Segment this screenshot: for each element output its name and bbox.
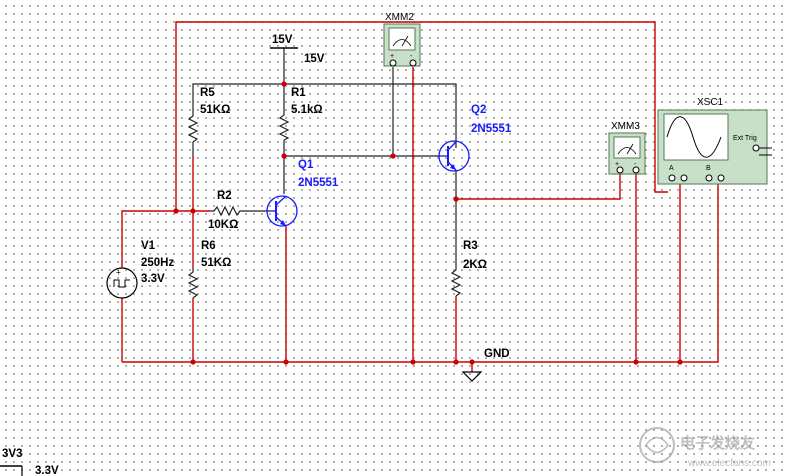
q1-model: 2N5551 [298,177,339,189]
v3v3-name: 3V3 [2,448,22,460]
resistor-r5[interactable]: R5 51KΩ [187,87,230,156]
resistor-r2[interactable]: R2 10KΩ [208,190,242,231]
transistor-q2[interactable]: Q2 2N5551 [438,104,512,172]
power-3v3[interactable]: 3V3 3.3V [0,448,59,476]
source-v1[interactable]: + V1 250Hz 3.3V [106,240,174,299]
r1-name: R1 [291,87,306,99]
ground-symbol[interactable]: GND [461,348,510,382]
r3-name: R3 [463,240,478,252]
xmm2-plus: + [390,53,394,60]
watermark-text: 电子发烧友 [680,434,755,452]
vcc-name: 15V [272,34,293,46]
q1-name: Q1 [298,159,314,171]
multimeter-xmm3[interactable]: XMM3 + - [608,121,646,175]
q2-name: Q2 [471,104,486,116]
junction-dots [173,81,683,365]
oscilloscope-xsc1[interactable]: XSC1 Ext Trig A B [657,97,772,185]
v1-amp: 3.3V [141,273,165,285]
resistor-r3[interactable]: R3 2KΩ [450,240,487,297]
resistor-r1[interactable]: R1 5.1kΩ [278,87,323,141]
v1-freq: 250Hz [141,257,174,269]
xsc1-label: XSC1 [697,97,724,108]
red-wires [121,21,719,372]
v3v3-value: 3.3V [35,465,59,476]
r5-name: R5 [200,87,215,99]
r6-value: 51KΩ [201,257,231,269]
gnd-label: GND [484,348,510,360]
schematic-canvas: 15V 15V R5 51KΩ R1 5.1kΩ R2 10KΩ R6 51KΩ… [0,12,772,476]
dark-wires [192,48,457,266]
r2-name: R2 [217,190,232,202]
watermark-logo: 电子发烧友 www.elecfans.com [639,427,771,469]
vcc-value: 15V [304,53,325,65]
transistor-q1[interactable]: Q1 2N5551 [266,159,339,227]
q2-model: 2N5551 [471,123,512,135]
xsc1-ch-a: A [669,165,674,172]
r6-name: R6 [201,240,216,252]
xsc1-ext-trig: Ext Trig [733,135,757,142]
r3-value: 2KΩ [463,259,487,271]
r1-value: 5.1kΩ [291,104,323,116]
multimeter-xmm2[interactable]: XMM2 + - [383,12,421,67]
xmm2-label: XMM2 [385,12,414,23]
resistor-r6[interactable]: R6 51KΩ [187,240,231,299]
v1-name: V1 [141,240,156,252]
xsc1-ch-b: B [706,165,711,172]
v1-plus-sign: + [116,268,121,277]
xmm3-label: XMM3 [611,121,640,132]
r5-value: 51KΩ [200,104,230,116]
r2-value: 10KΩ [208,219,238,231]
vcc-15v-symbol[interactable]: 15V 15V [270,34,325,65]
watermark-url: www.elecfans.com [687,458,771,469]
